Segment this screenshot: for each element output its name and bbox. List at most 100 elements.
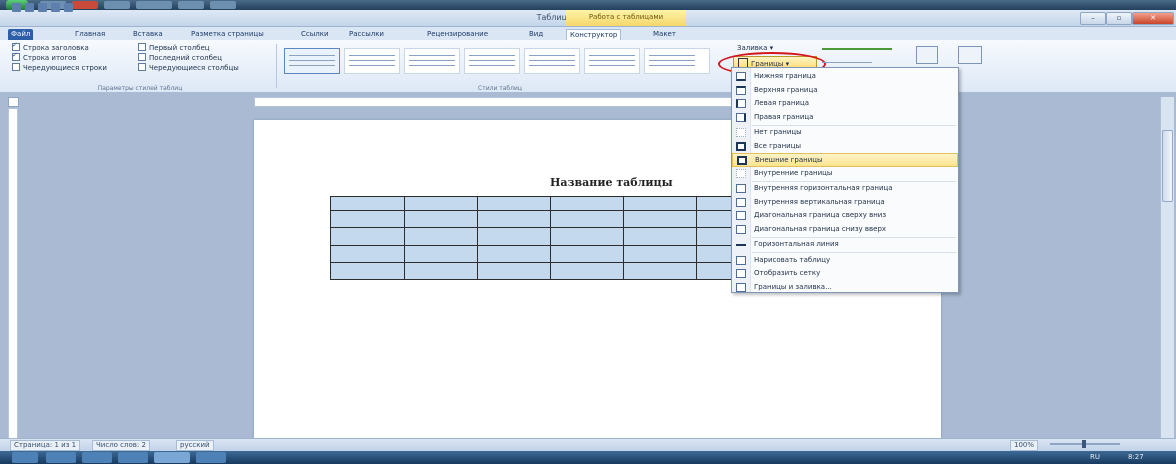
menu-item-label: Отобразить сетку [754, 269, 821, 277]
option-label: Последний столбец [149, 54, 222, 62]
status-language[interactable]: русский [176, 440, 214, 451]
status-page-count[interactable]: Страница: 1 из 1 [10, 440, 81, 451]
menu-item-right-border[interactable]: Правая граница [732, 111, 958, 125]
checkbox-icon[interactable] [12, 63, 20, 71]
option-banded-rows[interactable]: Чередующиеся строки [12, 63, 132, 73]
inside-horizontal-border-icon [736, 184, 746, 193]
tab-mailings[interactable]: Рассылки [346, 29, 387, 40]
tab-layout[interactable]: Макет [650, 29, 679, 40]
menu-item-top-border[interactable]: Верхняя граница [732, 84, 958, 98]
taskbar-app[interactable] [210, 1, 236, 9]
document-table[interactable] [330, 196, 772, 280]
option-label: Первый столбец [149, 44, 210, 52]
checkbox-icon[interactable] [138, 43, 146, 51]
taskbar-app[interactable] [104, 1, 130, 9]
table-style-thumbnail[interactable] [344, 48, 400, 74]
taskbar-app[interactable] [196, 452, 226, 463]
table-style-thumbnail[interactable] [284, 48, 340, 74]
menu-item-label: Диагональная граница сверху вниз [754, 211, 887, 219]
menu-item-no-border[interactable]: Нет границы [732, 126, 958, 140]
style-options-col2: Первый столбец Последний столбец Чередую… [138, 43, 268, 73]
document-heading[interactable]: Название таблицы [550, 176, 673, 189]
horizontal-line-icon [736, 244, 746, 246]
taskbar-app[interactable] [72, 1, 98, 9]
tab-view[interactable]: Вид [526, 29, 546, 40]
menu-item-outside-borders[interactable]: Внешние границы [732, 153, 958, 167]
menu-item-bottom-border[interactable]: Нижняя граница [732, 70, 958, 84]
menu-item-label: Нарисовать таблицу [754, 255, 831, 264]
pen-style-line[interactable] [822, 48, 892, 50]
zoom-level[interactable]: 100% [1010, 440, 1039, 451]
option-banded-columns[interactable]: Чередующиеся столбцы [138, 63, 268, 73]
word-icon[interactable] [12, 3, 21, 12]
tab-review[interactable]: Рецензирование [424, 29, 491, 40]
taskbar-app[interactable] [136, 1, 172, 9]
option-label: Строка итогов [23, 54, 77, 62]
menu-item-diagonal-down[interactable]: Диагональная граница сверху вниз [732, 209, 958, 223]
all-borders-icon [736, 141, 746, 151]
menu-item-draw-table[interactable]: Нарисовать таблицу [732, 254, 958, 268]
context-tab-group: Работа с таблицами [566, 10, 686, 26]
zoom-slider-thumb[interactable] [1082, 440, 1086, 448]
close-button[interactable]: ✕ [1132, 12, 1174, 25]
table-style-thumbnail[interactable] [464, 48, 520, 74]
minimize-button[interactable]: – [1080, 12, 1106, 25]
start-button[interactable] [12, 452, 38, 463]
table-style-thumbnail[interactable] [584, 48, 640, 74]
eraser-icon[interactable] [958, 46, 982, 64]
scrollbar-thumb[interactable] [1162, 130, 1173, 202]
checkbox-icon[interactable] [12, 50, 20, 61]
shading-button[interactable]: Заливка ▾ [737, 44, 773, 52]
table-style-thumbnail[interactable] [644, 48, 710, 74]
tab-references[interactable]: Ссылки [298, 29, 332, 40]
menu-item-inside-vertical[interactable]: Внутренняя вертикальная граница [732, 196, 958, 210]
customize-icon[interactable] [64, 3, 73, 12]
taskbar-app[interactable] [46, 452, 76, 463]
tab-selector-icon[interactable] [8, 97, 19, 107]
menu-item-diagonal-up[interactable]: Диагональная граница снизу вверх [732, 223, 958, 237]
menu-item-label: Все границы [754, 141, 802, 150]
undo-icon[interactable] [38, 3, 47, 12]
outside-borders-icon [737, 156, 747, 165]
table-style-thumbnail[interactable] [524, 48, 580, 74]
borders-shading-icon [736, 282, 746, 292]
ribbon-separator [276, 44, 277, 88]
taskbar-app[interactable] [178, 1, 204, 9]
save-icon[interactable] [25, 3, 34, 12]
table-style-thumbnail[interactable] [404, 48, 460, 74]
group-label-style-options: Параметры стилей таблиц [97, 85, 183, 92]
option-last-column[interactable]: Последний столбец [138, 53, 268, 63]
option-first-column[interactable]: Первый столбец [138, 43, 268, 53]
menu-item-horizontal-line[interactable]: Горизонтальная линия [732, 238, 958, 252]
status-word-count[interactable]: Число слов: 2 [92, 440, 150, 451]
vertical-ruler[interactable] [8, 108, 18, 440]
menu-item-view-gridlines[interactable]: Отобразить сетку [732, 267, 958, 281]
taskbar-app[interactable] [118, 452, 148, 463]
table-row-line [331, 245, 771, 246]
option-header-row[interactable]: Строка заголовка [12, 40, 132, 53]
top-taskbar [0, 0, 1176, 10]
tab-insert[interactable]: Вставка [130, 29, 166, 40]
checkbox-icon[interactable] [138, 63, 146, 71]
taskbar-word[interactable] [154, 452, 190, 463]
pen-weight-line[interactable] [822, 62, 872, 63]
tab-file[interactable]: Файл [8, 29, 34, 40]
menu-item-label: Горизонтальная линия [754, 240, 839, 248]
menu-item-inside-horizontal[interactable]: Внутренняя горизонтальная граница [732, 182, 958, 196]
inside-borders-icon [736, 168, 746, 178]
tab-home[interactable]: Главная [72, 29, 108, 40]
table-row-line [331, 262, 771, 263]
menu-item-inside-borders[interactable]: Внутренние границы [732, 167, 958, 181]
redo-icon[interactable] [51, 3, 60, 12]
clock[interactable]: 8:27 [1128, 453, 1144, 461]
menu-item-all-borders[interactable]: Все границы [732, 140, 958, 154]
tab-page-layout[interactable]: Разметка страницы [188, 29, 267, 40]
checkbox-icon[interactable] [138, 53, 146, 61]
draw-table-icon[interactable] [916, 46, 938, 64]
option-total-row[interactable]: Строка итогов [12, 50, 132, 63]
language-indicator[interactable]: RU [1090, 453, 1100, 461]
taskbar-app[interactable] [82, 452, 112, 463]
menu-item-borders-shading[interactable]: Границы и заливка... [732, 281, 958, 292]
maximize-button[interactable]: ▫ [1106, 12, 1132, 25]
menu-item-left-border[interactable]: Левая граница [732, 97, 958, 111]
